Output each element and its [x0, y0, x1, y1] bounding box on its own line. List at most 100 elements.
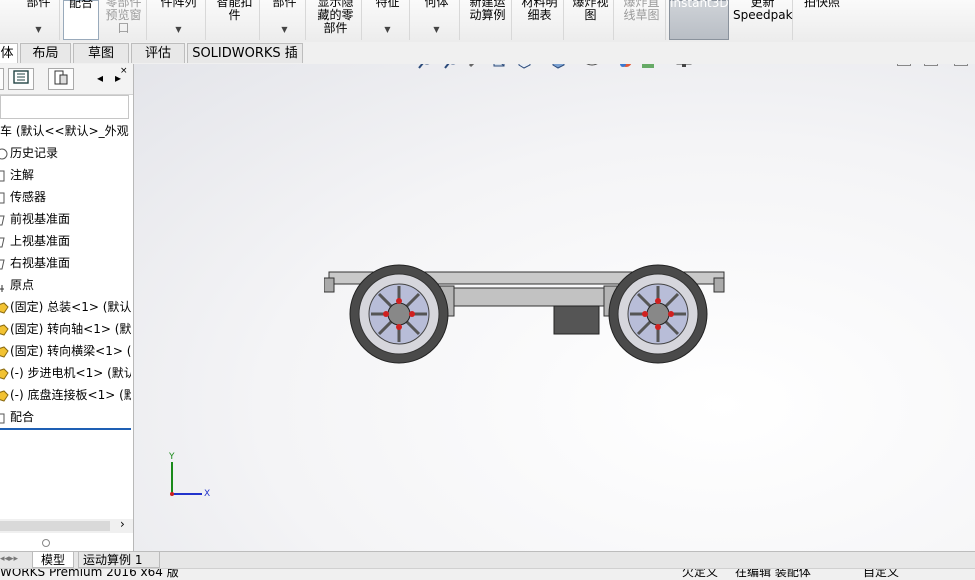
tree-item-label: (-) 步进电机<1> (默认	[10, 366, 131, 380]
ribbon-button-bom[interactable]: 材料明 细表	[516, 0, 564, 40]
tree-horizontal-scrollbar[interactable]: ›	[0, 517, 133, 533]
tab-label: 草图	[87, 46, 114, 61]
zoom-to-fit-icon[interactable]	[416, 64, 436, 70]
apply-scene-icon[interactable]	[638, 64, 658, 70]
history-icon	[0, 147, 10, 161]
section-view-icon[interactable]	[490, 64, 510, 70]
tree-item-label: 注解	[10, 168, 35, 182]
restore-window-icon[interactable]	[897, 64, 911, 66]
chassis-3d-model[interactable]	[324, 264, 734, 374]
ribbon-label: 部件	[26, 0, 51, 9]
chevron-down-icon[interactable]: ▼	[534, 64, 542, 70]
tree-item-mates[interactable]: 配合	[0, 407, 131, 427]
ribbon-button-mate[interactable]: 配合	[63, 0, 99, 40]
plane-icon	[0, 257, 10, 271]
tree-item-label: (固定) 总装<1> (默认<	[10, 300, 131, 314]
previous-view-icon[interactable]	[466, 64, 486, 70]
panel-resize-handle[interactable]	[42, 539, 50, 547]
tree-item-chassis-plate[interactable]: (-) 底盘连接板<1> (默	[0, 385, 131, 405]
chevron-right-icon[interactable]: ›	[120, 517, 125, 531]
chevron-left-icon[interactable]: ◂	[92, 68, 108, 90]
graphics-viewport[interactable]: ▼ ▼ ▼ ▼ ▼	[134, 64, 975, 551]
ribbon-button-explode-line-sketch[interactable]: 爆炸直 线草图	[618, 0, 666, 40]
chevron-down-icon[interactable]: ▼	[696, 64, 704, 70]
plane-icon	[0, 213, 10, 227]
ribbon-button-features[interactable]: 特征 ▼	[366, 0, 410, 40]
tree-item-front-plane[interactable]: 前视基准面	[0, 209, 131, 229]
hide-show-items-icon[interactable]	[582, 64, 602, 70]
status-units[interactable]: 自定义	[863, 569, 899, 580]
ribbon-button-instant3d[interactable]: Instant3D	[669, 0, 729, 40]
tab-assembly[interactable]: 体	[0, 43, 18, 63]
tree-item-label: 上视基准面	[10, 234, 71, 248]
display-style-icon[interactable]	[548, 64, 568, 70]
ribbon-button-move-component[interactable]: 部件 ▼	[264, 0, 306, 40]
part-icon	[0, 345, 10, 359]
close-window-icon[interactable]	[954, 64, 968, 66]
ribbon-button-smart-fasteners[interactable]: 智能扣 件	[210, 0, 260, 40]
tree-item-label: 配合	[10, 410, 35, 424]
chevron-down-icon[interactable]: ▼	[152, 23, 205, 36]
chevron-down-icon[interactable]: ▼	[414, 23, 459, 36]
tab-motion-study-1[interactable]: 运动算例 1	[78, 552, 160, 568]
chevron-down-icon[interactable]: ▼	[568, 64, 576, 70]
status-bar: WORKS Premium 2016 x64 版 欠定义 在编辑 装配体 自定义	[0, 568, 975, 580]
ribbon-button-exploded-view[interactable]: 爆炸视 图	[568, 0, 614, 40]
property-manager-icon[interactable]	[8, 68, 34, 90]
ribbon-button-pattern[interactable]: 件阵列 ▼	[152, 0, 206, 40]
tree-item-right-plane[interactable]: 右视基准面	[0, 253, 131, 273]
tab-sketch[interactable]: 草图	[73, 43, 129, 63]
tree-item-annotations[interactable]: 注解	[0, 165, 131, 185]
zoom-to-area-icon[interactable]	[442, 64, 462, 70]
view-orientation-icon[interactable]	[514, 64, 534, 70]
chevron-down-icon[interactable]: ▼	[366, 23, 409, 36]
ribbon-button-reference-geometry[interactable]: 何体 ▼	[414, 0, 460, 40]
maximize-window-icon[interactable]	[924, 64, 938, 66]
tab-evaluate[interactable]: 评估	[131, 43, 185, 63]
bottom-tab-bar: ◂◂▸▸ 模型 运动算例 1	[0, 551, 975, 569]
tab-solidworks-addins[interactable]: SOLIDWORKS 插件	[187, 43, 303, 81]
feature-tree-icon[interactable]	[0, 68, 4, 90]
command-tab-bar: 体 布局 草图 评估 SOLIDWORKS 插件	[0, 42, 975, 81]
chevron-down-icon[interactable]: ▼	[18, 23, 59, 36]
origin-icon	[0, 279, 10, 293]
edit-appearance-icon[interactable]	[616, 64, 636, 70]
tree-item-label: (固定) 转向横梁<1> (默	[10, 344, 131, 358]
part-icon	[0, 367, 10, 381]
chevron-down-icon[interactable]: ▼	[602, 64, 610, 70]
tab-layout[interactable]: 布局	[20, 43, 71, 63]
tree-item-stepper-motor[interactable]: (-) 步进电机<1> (默认	[0, 363, 131, 383]
annotation-icon	[0, 169, 10, 183]
status-product-version: WORKS Premium 2016 x64 版	[0, 568, 179, 579]
ribbon-button-component[interactable]: 部件 ▼	[18, 0, 60, 40]
tree-filter-input[interactable]	[0, 95, 129, 119]
tree-item-main-assembly[interactable]: (固定) 总装<1> (默认<	[0, 297, 131, 317]
ribbon-label: 爆炸视 图	[572, 0, 609, 22]
scrollbar-thumb[interactable]	[0, 521, 110, 531]
chevron-down-icon[interactable]: ▼	[264, 23, 305, 36]
tree-item-label: 右视基准面	[10, 256, 71, 270]
tab-scroll-arrows-icon[interactable]: ◂◂▸▸	[0, 554, 28, 566]
ribbon-label: 显示隐 藏的零 部件	[317, 0, 354, 35]
ribbon-button-component-preview[interactable]: 零部件 预览窗 口	[101, 0, 147, 40]
chevron-down-icon[interactable]: ▼	[658, 64, 666, 70]
tab-model[interactable]: 模型	[32, 552, 74, 568]
ribbon-button-show-hidden[interactable]: 显示隐 藏的零 部件	[310, 0, 362, 40]
tree-item-steering-beam[interactable]: (固定) 转向横梁<1> (默	[0, 341, 131, 361]
tree-item-origin[interactable]: 原点	[0, 275, 131, 295]
ribbon-button-update-speedpak[interactable]: 更新 Speedpak	[733, 0, 793, 40]
tree-item-sensors[interactable]: 传感器	[0, 187, 131, 207]
view-settings-icon[interactable]	[674, 64, 694, 70]
close-icon[interactable]: ×	[120, 66, 128, 76]
ribbon-button-new-motion-study[interactable]: 新建运 动算例	[464, 0, 512, 40]
tree-item-steering-shaft[interactable]: (固定) 转向轴<1> (默认	[0, 319, 131, 339]
ribbon-button-take-snapshot[interactable]: 拍快照	[797, 0, 847, 40]
tree-item-history[interactable]: 历史记录	[0, 143, 131, 163]
ribbon-label: 特征	[375, 0, 400, 9]
rollback-bar[interactable]	[0, 428, 131, 430]
tree-root-assembly[interactable]: 车 (默认<<默认>_外观	[0, 121, 131, 141]
feature-manager-panel: ◂ ▸ × 车 (默认<<默认>_外观 历史记录 注解 传感器 前视基准面 上视…	[0, 64, 142, 551]
tree-item-top-plane[interactable]: 上视基准面	[0, 231, 131, 251]
configuration-manager-icon[interactable]	[48, 68, 74, 90]
tree-item-label: (-) 底盘连接板<1> (默	[10, 388, 131, 402]
